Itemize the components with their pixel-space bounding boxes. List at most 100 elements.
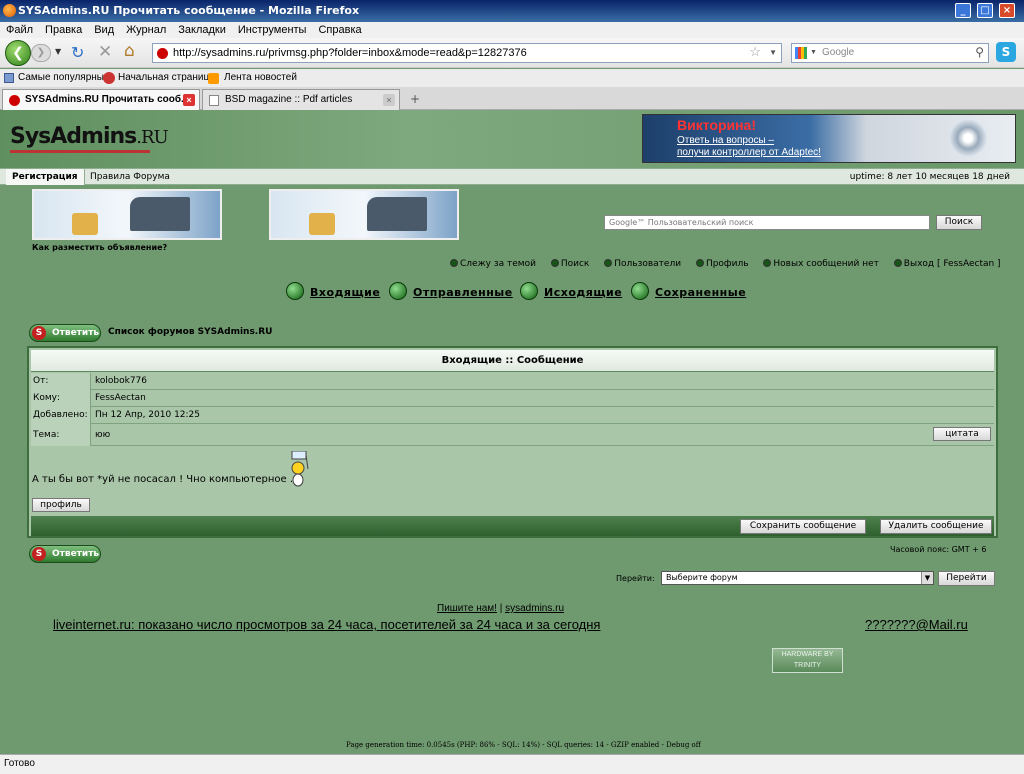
forum-nav-line: Регистрация Правила Форума uptime: 8 лет… (0, 168, 1024, 185)
ad-banner-adaptec[interactable]: Викторина! Ответь на вопросы – получи кон… (642, 114, 1016, 163)
logo-underline (10, 150, 150, 153)
bookmark-news-feed[interactable]: Лента новостей (224, 69, 297, 87)
menu-view[interactable]: Вид (88, 22, 120, 38)
banner-ad-right[interactable] (269, 189, 459, 240)
bullet-icon (450, 259, 458, 267)
to-value: FessAectan (95, 393, 146, 403)
menu-bookmarks[interactable]: Закладки (172, 22, 232, 38)
folder-outbox[interactable]: Исходящие (520, 282, 622, 303)
menu-tools[interactable]: Инструменты (232, 22, 313, 38)
row-from: От: kolobok776 (31, 373, 994, 390)
bookmark-start-page[interactable]: Начальная страница (118, 69, 215, 87)
reply-button-bottom[interactable]: S Ответить (29, 545, 101, 563)
write-us-link[interactable]: Пишите нам! (437, 603, 497, 614)
from-value: kolobok776 (95, 376, 148, 386)
close-button[interactable]: × (999, 3, 1015, 18)
home-icon[interactable]: ⌂ (124, 41, 135, 61)
reply-button-top[interactable]: S Ответить (29, 324, 101, 342)
menu-history[interactable]: Журнал (120, 22, 172, 38)
bullet-icon (550, 259, 559, 267)
inbox-icon (286, 282, 304, 300)
stop-icon[interactable]: ✕ (98, 42, 112, 62)
cup-icon (72, 213, 98, 235)
skype-icon[interactable]: S (996, 42, 1016, 62)
row-to: Кому: FessAectan (31, 390, 994, 407)
no-new-messages-link[interactable]: Новых сообщений нет (763, 259, 885, 269)
banner-ad-left[interactable] (32, 189, 222, 240)
users-link[interactable]: Пользователи (604, 259, 687, 269)
forward-icon[interactable]: ❯ (31, 44, 51, 62)
navigation-toolbar: ❮ ❯ ▼ ↻ ✕ ⌂ http://sysadmins.ru/privmsg.… (0, 38, 1024, 68)
tab-label: BSD magazine :: Pdf articles (225, 94, 353, 105)
select-arrow-icon: ▼ (921, 572, 933, 584)
tab-sysadmins[interactable]: SYSAdmins.RU Прочитать сооб... × (2, 89, 200, 110)
tab-close-icon[interactable]: × (183, 94, 195, 106)
watched-topics-link[interactable]: Слежу за темой (450, 259, 542, 269)
disc-icon (949, 119, 987, 157)
minimize-button[interactable]: _ (955, 3, 971, 18)
tab-page-icon (209, 95, 219, 106)
bullet-icon (695, 259, 704, 267)
outbox-icon (520, 282, 538, 300)
hardware-by-trinity-badge[interactable]: HARDWARE BY TRINITY (772, 648, 843, 673)
menu-help[interactable]: Справка (312, 22, 367, 38)
maximize-button[interactable]: □ (977, 3, 993, 18)
site-home-link[interactable]: sysadmins.ru (505, 603, 564, 614)
new-tab-icon[interactable]: + (406, 91, 424, 107)
folder-inbox[interactable]: Входящие (286, 282, 380, 303)
search-input[interactable]: ▼ Google ⚲ (791, 43, 989, 63)
profile-link[interactable]: Профиль (695, 259, 755, 269)
menu-edit[interactable]: Правка (39, 22, 88, 38)
bookmark-folder-icon (4, 73, 14, 83)
rules-link[interactable]: Правила Форума (90, 169, 170, 185)
relaxing-admin-icon (367, 197, 427, 231)
address-bar[interactable]: http://sysadmins.ru/privmsg.php?folder=i… (152, 43, 782, 63)
save-message-button[interactable]: Сохранить сообщение (740, 519, 866, 534)
site-logo[interactable]: SysAdmins.RU (10, 124, 169, 149)
google-custom-search-input[interactable]: Google™ Пользовательский поиск (604, 215, 930, 230)
howto-ad-link[interactable]: Как разместить объявление? (32, 243, 167, 252)
profile-button[interactable]: профиль (32, 498, 90, 512)
tab-close-icon[interactable]: × (383, 94, 395, 106)
menu-file[interactable]: Файл (0, 22, 39, 38)
folder-saved[interactable]: Сохраненные (631, 282, 746, 303)
menu-bar: Файл Правка Вид Журнал Закладки Инструменты Сп… (0, 22, 1024, 38)
register-link[interactable]: Регистрация (6, 169, 85, 185)
jump-label: Перейти: (616, 574, 655, 583)
reload-icon[interactable]: ↻ (71, 43, 84, 62)
address-url: http://sysadmins.ru/privmsg.php?folder=i… (173, 47, 527, 59)
history-dropdown-icon[interactable]: ▼ (55, 47, 61, 56)
tab-strip: SYSAdmins.RU Прочитать сооб... × BSD mag… (0, 87, 1024, 110)
delete-message-button[interactable]: Удалить сообщение (880, 519, 992, 534)
back-icon[interactable]: ❮ (5, 40, 31, 66)
bookmark-star-icon[interactable]: ☆ (749, 43, 761, 61)
footer-separator: | (499, 603, 503, 614)
row-date: Добавлено: Пн 12 Апр, 2010 12:25 (31, 407, 994, 424)
forum-list-link[interactable]: Список форумов SYSAdmins.RU (108, 327, 272, 337)
search-engine-dropdown-icon[interactable]: ▼ (810, 44, 817, 62)
search-link[interactable]: Поиск (550, 259, 596, 269)
quote-button[interactable]: цитата (933, 427, 991, 441)
timezone-text: Часовой пояс: GMT + 6 (890, 545, 987, 554)
mailru-counter-link[interactable]: ???????@Mail.ru (865, 617, 968, 632)
tab-bsd-magazine[interactable]: BSD magazine :: Pdf articles × (202, 89, 400, 110)
saved-icon (631, 282, 649, 300)
folder-sent[interactable]: Отправленные (389, 282, 513, 303)
logout-link[interactable]: Выход [ FessAectan ] (893, 259, 1007, 269)
bullet-icon (763, 259, 772, 267)
url-dropdown-icon[interactable]: ▼ (769, 44, 777, 62)
message-header: Входящие :: Сообщение (31, 350, 994, 372)
user-links: Слежу за темой Поиск Пользователи Профил… (450, 259, 1013, 269)
page-generation-info: Page generation time: 0.0545s (PHP: 86% … (346, 741, 701, 749)
bookmark-most-visited[interactable]: Самые популярные (18, 69, 110, 87)
subject-value: юю (95, 430, 111, 440)
sent-icon (389, 282, 407, 300)
magnifier-icon[interactable]: ⚲ (975, 43, 984, 61)
jump-go-button[interactable]: Перейти (938, 571, 995, 586)
liveinternet-counter-link[interactable]: liveinternet.ru: показано число просмотр… (53, 617, 600, 632)
forum-select[interactable]: Выберите форум ▼ (661, 571, 934, 585)
message-table: Входящие :: Сообщение От: kolobok776 Кому… (27, 346, 998, 538)
google-search-button[interactable]: Поиск (936, 215, 982, 230)
tab-favicon (9, 95, 20, 106)
row-subject: Тема: юю цитата (31, 424, 994, 446)
